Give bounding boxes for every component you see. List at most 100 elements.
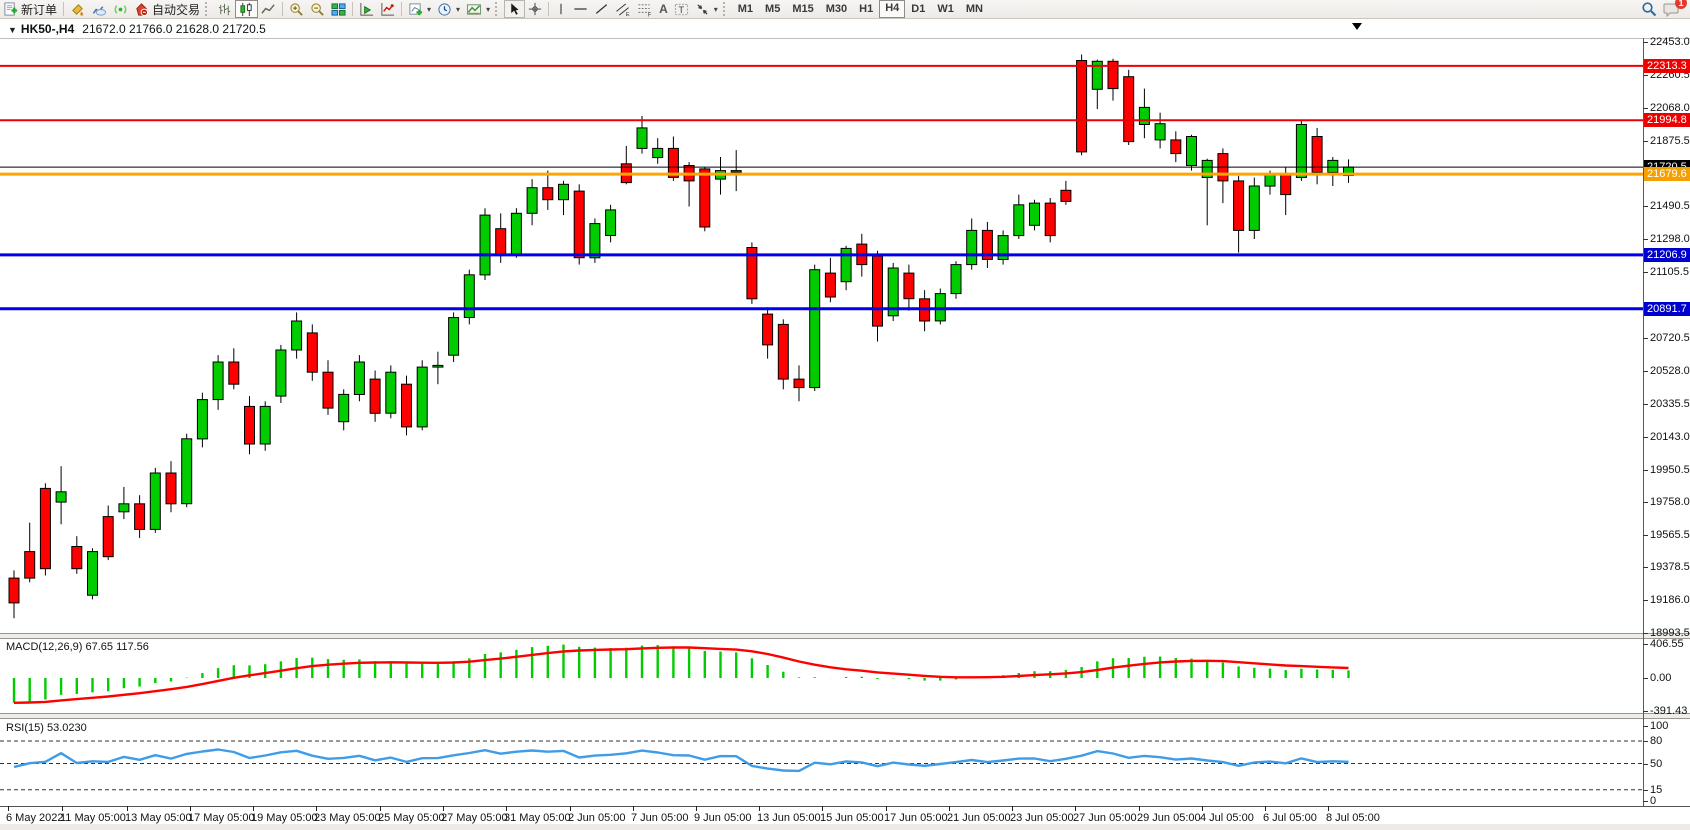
candle: [433, 365, 443, 367]
signals-button[interactable]: [110, 1, 131, 17]
arrows-button[interactable]: ▾: [692, 1, 721, 17]
price-axis-border: [1643, 38, 1644, 806]
chart-canvas[interactable]: [0, 0, 1690, 830]
price-axis-tick: 19950.5: [1650, 464, 1690, 476]
dropdown-caret: ▾: [486, 5, 490, 14]
line-chart-icon: [261, 2, 276, 17]
new-chart-icon: [408, 2, 423, 17]
time-axis-label: 27 Jun 05:00: [1073, 812, 1137, 824]
tile-windows-button[interactable]: [328, 1, 349, 17]
text-label-button[interactable]: T: [671, 1, 692, 17]
trendline-button[interactable]: [591, 1, 612, 17]
candle: [1077, 61, 1087, 152]
candle: [841, 248, 851, 281]
timeframe-m30[interactable]: M30: [820, 1, 853, 17]
timeframe-w1[interactable]: W1: [931, 1, 960, 17]
line-chart-button[interactable]: [258, 1, 279, 17]
toolbar-grip[interactable]: [205, 2, 212, 16]
tick-mark: [1643, 470, 1648, 471]
horizontal-line-button[interactable]: [570, 1, 591, 17]
zoom-out-button[interactable]: [307, 1, 328, 17]
candle: [307, 333, 317, 372]
candle: [417, 367, 427, 427]
candlestick-chart-button[interactable]: [235, 0, 258, 18]
candle: [904, 273, 914, 299]
sonar-icon: [113, 2, 128, 17]
chat-icon[interactable]: 1: [1663, 1, 1680, 17]
new-order-label: 新订单: [21, 1, 57, 18]
candlestick-chart-icon: [239, 2, 254, 17]
auto-trading-button[interactable]: 自动交易: [131, 1, 203, 17]
tick-mark: [1643, 371, 1648, 372]
styles-button[interactable]: [67, 1, 88, 17]
timeframe-m15[interactable]: M15: [786, 1, 819, 17]
tick-mark: [127, 806, 128, 811]
tick-mark: [1643, 437, 1648, 438]
bar-chart-button[interactable]: [214, 1, 235, 17]
toolbar-grip[interactable]: [723, 2, 730, 16]
new-chart-button[interactable]: ▾: [405, 1, 434, 17]
search-icon[interactable]: [1641, 1, 1657, 17]
price-tag: 20891.7: [1644, 302, 1690, 316]
candle: [480, 215, 490, 275]
timeframe-d1[interactable]: D1: [905, 1, 931, 17]
timeframe-h1[interactable]: H1: [853, 1, 879, 17]
periods-button[interactable]: ▾: [434, 1, 463, 17]
tick-mark: [1643, 206, 1648, 207]
channel-icon: E: [615, 2, 631, 17]
timeframe-mn[interactable]: MN: [960, 1, 989, 17]
candle: [606, 210, 616, 236]
candle: [1281, 174, 1291, 195]
tick-mark: [1643, 801, 1648, 802]
fibonacci-button[interactable]: F: [634, 1, 656, 17]
chart-menu-triangle-icon[interactable]: ▼: [8, 25, 17, 35]
zoom-in-button[interactable]: [286, 1, 307, 17]
candle: [967, 230, 977, 264]
tick-mark: [190, 806, 191, 811]
time-axis-label: 29 Jun 05:00: [1137, 812, 1201, 824]
price-tag: 21206.9: [1644, 248, 1690, 262]
candle: [103, 517, 113, 557]
time-axis-label: 9 Jun 05:00: [694, 812, 752, 824]
indicator-chart-button[interactable]: [377, 1, 398, 17]
equidistant-channel-button[interactable]: E: [612, 1, 634, 17]
tick-mark: [1328, 806, 1329, 811]
tick-mark: [1265, 806, 1266, 811]
indicator-axis-tick: 406.55: [1650, 638, 1690, 650]
tick-mark: [1643, 42, 1648, 43]
chart-shift-marker-icon[interactable]: [1352, 23, 1362, 30]
tick-mark: [253, 806, 254, 811]
strategy-tester-button[interactable]: [356, 1, 377, 17]
candle: [1045, 203, 1055, 236]
timeframe-h4[interactable]: H4: [879, 0, 905, 18]
time-axis-label: 13 Jun 05:00: [757, 812, 821, 824]
candle: [1061, 190, 1071, 201]
toolbar-grip[interactable]: [495, 2, 502, 16]
price-axis-tick: 21875.5: [1650, 135, 1690, 147]
templates-button[interactable]: ▾: [463, 1, 493, 17]
market-watch-button[interactable]: [88, 1, 110, 17]
candle: [496, 229, 506, 255]
timeframe-m1[interactable]: M1: [732, 1, 759, 17]
price-axis-tick: 19565.5: [1650, 529, 1690, 541]
tick-mark: [886, 806, 887, 811]
macd-values: 67.65 117.56: [85, 641, 148, 653]
tick-mark: [62, 806, 63, 811]
timeframe-m5[interactable]: M5: [759, 1, 786, 17]
separator: [352, 2, 353, 16]
candle: [873, 256, 883, 326]
time-axis-label: 19 May 05:00: [251, 812, 318, 824]
fibonacci-icon: F: [637, 2, 653, 17]
tick-mark: [1643, 502, 1648, 503]
rsi-line: [14, 750, 1349, 771]
candle: [1187, 137, 1197, 166]
new-order-button[interactable]: 新订单: [0, 1, 60, 17]
crosshair-button[interactable]: [525, 1, 545, 17]
text-button[interactable]: A: [656, 1, 671, 17]
new-order-icon: [3, 2, 18, 17]
vertical-line-button[interactable]: [552, 1, 570, 17]
cursor-button[interactable]: [504, 0, 525, 18]
time-axis-label: 21 Jun 05:00: [947, 812, 1011, 824]
candle: [72, 547, 82, 569]
time-axis-label: 6 May 2022: [6, 812, 63, 824]
